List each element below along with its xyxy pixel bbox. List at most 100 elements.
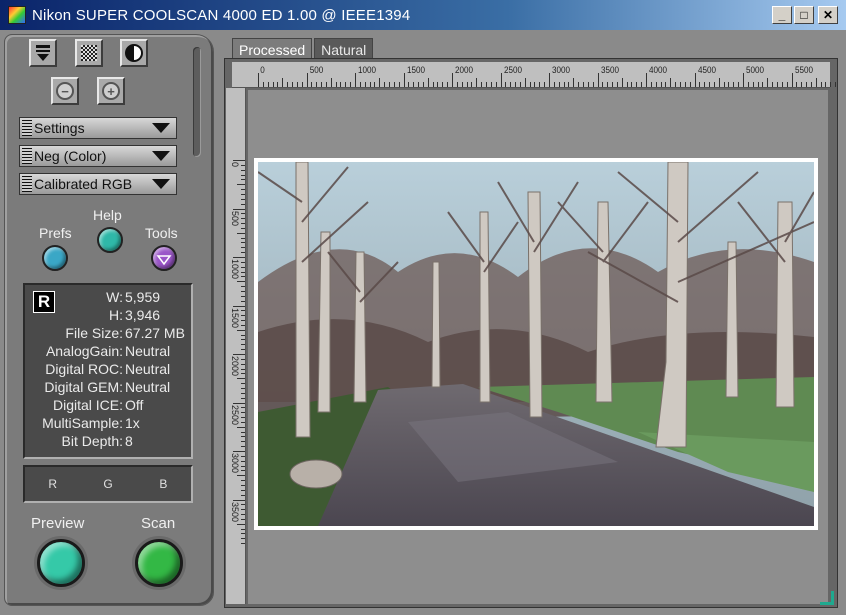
close-button[interactable]: ✕: [818, 6, 838, 24]
contrast-button[interactable]: [120, 39, 148, 67]
maximize-button[interactable]: □: [794, 6, 814, 24]
tools-label: Tools: [145, 225, 178, 241]
settings-dropdown-label: Settings: [34, 120, 85, 136]
ruler-minor-tick: [241, 363, 245, 365]
preview-label: Preview: [31, 515, 85, 532]
ruler-minor-tick: [241, 528, 245, 530]
ruler-minor-tick: [810, 82, 812, 87]
grip-icon: [22, 176, 32, 192]
chevron-down-icon: [152, 151, 170, 161]
ruler-minor-tick: [738, 82, 740, 87]
ruler-minor-tick: [679, 82, 681, 87]
ruler-minor-tick: [728, 82, 730, 87]
grain-button[interactable]: [75, 39, 103, 67]
ruler-minor-tick: [665, 82, 667, 87]
ruler-minor-tick: [241, 247, 245, 249]
info-row-bit-depth: Bit Depth: 8: [25, 433, 185, 450]
film-type-dropdown[interactable]: Neg (Color): [19, 145, 177, 167]
scanned-image[interactable]: [258, 162, 814, 526]
ruler-minor-tick: [241, 465, 245, 467]
grip-icon: [22, 148, 32, 164]
ruler-minor-tick: [340, 82, 342, 87]
ruler-label: 2000: [230, 356, 240, 377]
tab-natural[interactable]: Natural: [314, 38, 374, 60]
ruler-minor-tick: [241, 392, 245, 394]
tab-processed[interactable]: Processed: [232, 38, 313, 60]
ruler-minor-tick: [296, 82, 298, 87]
ruler-minor-tick: [241, 470, 245, 472]
grip-icon: [22, 120, 32, 136]
settings-dropdown[interactable]: Settings: [19, 117, 177, 139]
info-value: 5,959: [125, 289, 161, 305]
window-controls: _ □ ✕: [772, 6, 838, 24]
ruler-minor-tick: [316, 82, 318, 87]
ruler-minor-tick: [616, 82, 618, 87]
minimize-button[interactable]: _: [772, 6, 792, 24]
ruler-minor-tick: [262, 82, 264, 87]
ruler-minor-tick: [241, 315, 245, 317]
ruler-label: 5500: [794, 65, 813, 75]
ruler-minor-tick: [689, 82, 691, 87]
color-space-dropdown[interactable]: Calibrated RGB: [19, 173, 177, 195]
ruler-minor-tick: [359, 82, 361, 87]
ruler-minor-tick: [607, 82, 609, 87]
ruler-minor-tick: [241, 484, 245, 486]
ruler-minor-tick: [241, 261, 245, 263]
chevron-down-icon: [152, 179, 170, 189]
ruler-minor-tick: [636, 82, 638, 87]
ruler-minor-tick: [241, 480, 245, 482]
horizontal-ruler: 0 500 1000 1500 2000 2500 3000 3500 4000 4500 5000…: [232, 62, 837, 88]
info-row-analog-gain: AnalogGain: Neutral: [25, 343, 185, 360]
tools-button[interactable]: [151, 245, 177, 271]
ruler-minor-tick: [241, 509, 245, 511]
ruler-label: 5000: [746, 65, 765, 75]
ruler-minor-tick: [241, 295, 245, 297]
ruler-minor-tick: [772, 82, 774, 87]
ruler-minor-tick: [466, 82, 468, 87]
help-label: Help: [93, 207, 122, 223]
resize-grip-icon[interactable]: [820, 591, 834, 605]
ruler-minor-tick: [241, 203, 245, 205]
ruler-minor-tick: [241, 504, 245, 506]
ruler-major-tick: [233, 257, 245, 258]
ruler-minor-tick: [587, 82, 589, 87]
ruler-major-tick: [233, 354, 245, 355]
ruler-minor-tick: [621, 78, 623, 87]
prefs-button[interactable]: [42, 245, 68, 271]
ruler-minor-tick: [631, 82, 633, 87]
ruler-minor-tick: [311, 82, 313, 87]
info-value: 1x: [125, 415, 140, 431]
ruler-minor-tick: [241, 189, 245, 191]
info-row-digital-gem: Digital GEM: Neutral: [25, 379, 185, 396]
zoom-out-button[interactable]: −: [51, 77, 79, 105]
ruler-minor-tick: [241, 455, 245, 457]
ruler-label: 1500: [406, 65, 425, 75]
film-eject-button[interactable]: [29, 39, 57, 67]
ruler-minor-tick: [490, 82, 492, 87]
ruler-minor-tick: [335, 82, 337, 87]
preview-button[interactable]: [37, 539, 85, 587]
ruler-minor-tick: [413, 82, 415, 87]
help-button[interactable]: [97, 227, 123, 253]
panel-grip: [193, 47, 201, 157]
ruler-minor-tick: [241, 533, 245, 535]
ruler-minor-tick: [505, 82, 507, 87]
ruler-minor-tick: [815, 78, 817, 87]
ruler-minor-tick: [573, 78, 575, 87]
scan-button[interactable]: [135, 539, 183, 587]
ruler-minor-tick: [660, 82, 662, 87]
ruler-minor-tick: [456, 82, 458, 87]
zoom-in-button[interactable]: +: [97, 77, 125, 105]
info-row-height: H: 3,946: [25, 307, 185, 324]
ruler-minor-tick: [524, 78, 526, 87]
ruler-minor-tick: [796, 82, 798, 87]
ruler-minor-tick: [776, 82, 778, 87]
ruler-minor-tick: [437, 82, 439, 87]
ruler-minor-tick: [282, 78, 284, 87]
ruler-minor-tick: [408, 82, 410, 87]
ruler-minor-tick: [241, 436, 245, 438]
ruler-minor-tick: [558, 82, 560, 87]
info-value: 8: [125, 433, 133, 449]
ruler-minor-tick: [237, 329, 245, 331]
image-info-panel: R W: 5,959 H: 3,946 File Size: 67.27 MB …: [23, 283, 193, 459]
